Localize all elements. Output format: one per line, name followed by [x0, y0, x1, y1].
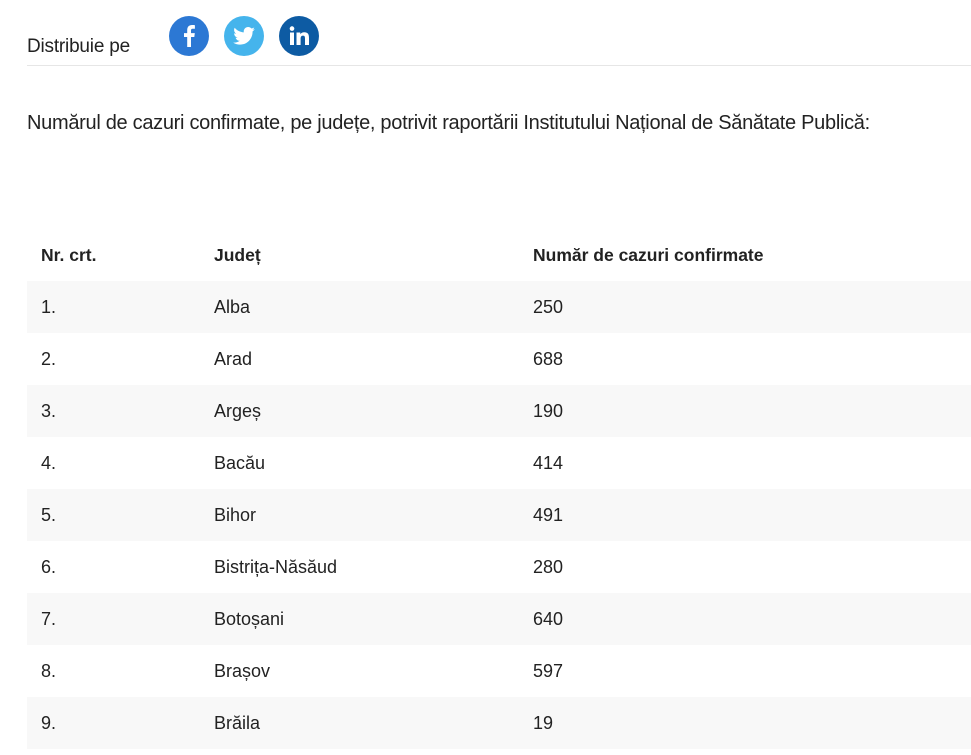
case-count: 250 [533, 296, 564, 317]
county-name: Argeș [214, 400, 262, 421]
county-name: Brăila [214, 712, 261, 733]
cases-table: Nr. crt. Județ Număr de cazuri confirmat… [27, 229, 971, 749]
table-row: 9. Brăila 19 [27, 697, 971, 749]
county-name: Alba [214, 296, 251, 317]
intro-text: Numărul de cazuri confirmate, pe județe,… [27, 112, 870, 134]
table-row: 2. Arad 688 [27, 333, 971, 385]
case-count: 414 [533, 452, 564, 473]
county-name: Brașov [214, 660, 271, 681]
table-row: 8. Brașov 597 [27, 645, 971, 697]
column-header-number: Nr. crt. [41, 244, 97, 265]
facebook-share-button[interactable] [169, 16, 209, 56]
linkedin-icon [289, 26, 309, 45]
county-name: Bihor [214, 504, 257, 525]
share-bar: Distribuie pe [27, 0, 971, 66]
row-number: 6. [41, 556, 57, 577]
row-number: 9. [41, 712, 57, 733]
case-count: 19 [533, 712, 554, 733]
table-header-row: Nr. crt. Județ Număr de cazuri confirmat… [27, 229, 971, 281]
twitter-share-button[interactable] [224, 16, 264, 56]
row-number: 3. [41, 400, 57, 421]
case-count: 688 [533, 348, 564, 369]
table-row: 1. Alba 250 [27, 281, 971, 333]
table-row: 3. Argeș 190 [27, 385, 971, 437]
case-count: 190 [533, 400, 564, 421]
case-count: 491 [533, 504, 564, 525]
row-number: 7. [41, 608, 57, 629]
column-header-county: Județ [214, 244, 261, 265]
column-header-cases: Număr de cazuri confirmate [533, 244, 764, 265]
county-name: Arad [214, 348, 253, 369]
row-number: 4. [41, 452, 57, 473]
row-number: 1. [41, 296, 57, 317]
facebook-icon [184, 25, 195, 47]
share-label: Distribuie pe [27, 36, 131, 57]
case-count: 280 [533, 556, 564, 577]
row-number: 8. [41, 660, 57, 681]
county-name: Bistrița-Năsăud [214, 556, 338, 577]
row-number: 2. [41, 348, 57, 369]
table-row: 6. Bistrița-Năsăud 280 [27, 541, 971, 593]
case-count: 640 [533, 608, 564, 629]
table-row: 4. Bacău 414 [27, 437, 971, 489]
linkedin-share-button[interactable] [279, 16, 319, 56]
twitter-icon [233, 27, 255, 45]
case-count: 597 [533, 660, 564, 681]
row-number: 5. [41, 504, 57, 525]
table-row: 7. Botoșani 640 [27, 593, 971, 645]
county-name: Botoșani [214, 608, 285, 629]
county-name: Bacău [214, 452, 266, 473]
table-row: 5. Bihor 491 [27, 489, 971, 541]
